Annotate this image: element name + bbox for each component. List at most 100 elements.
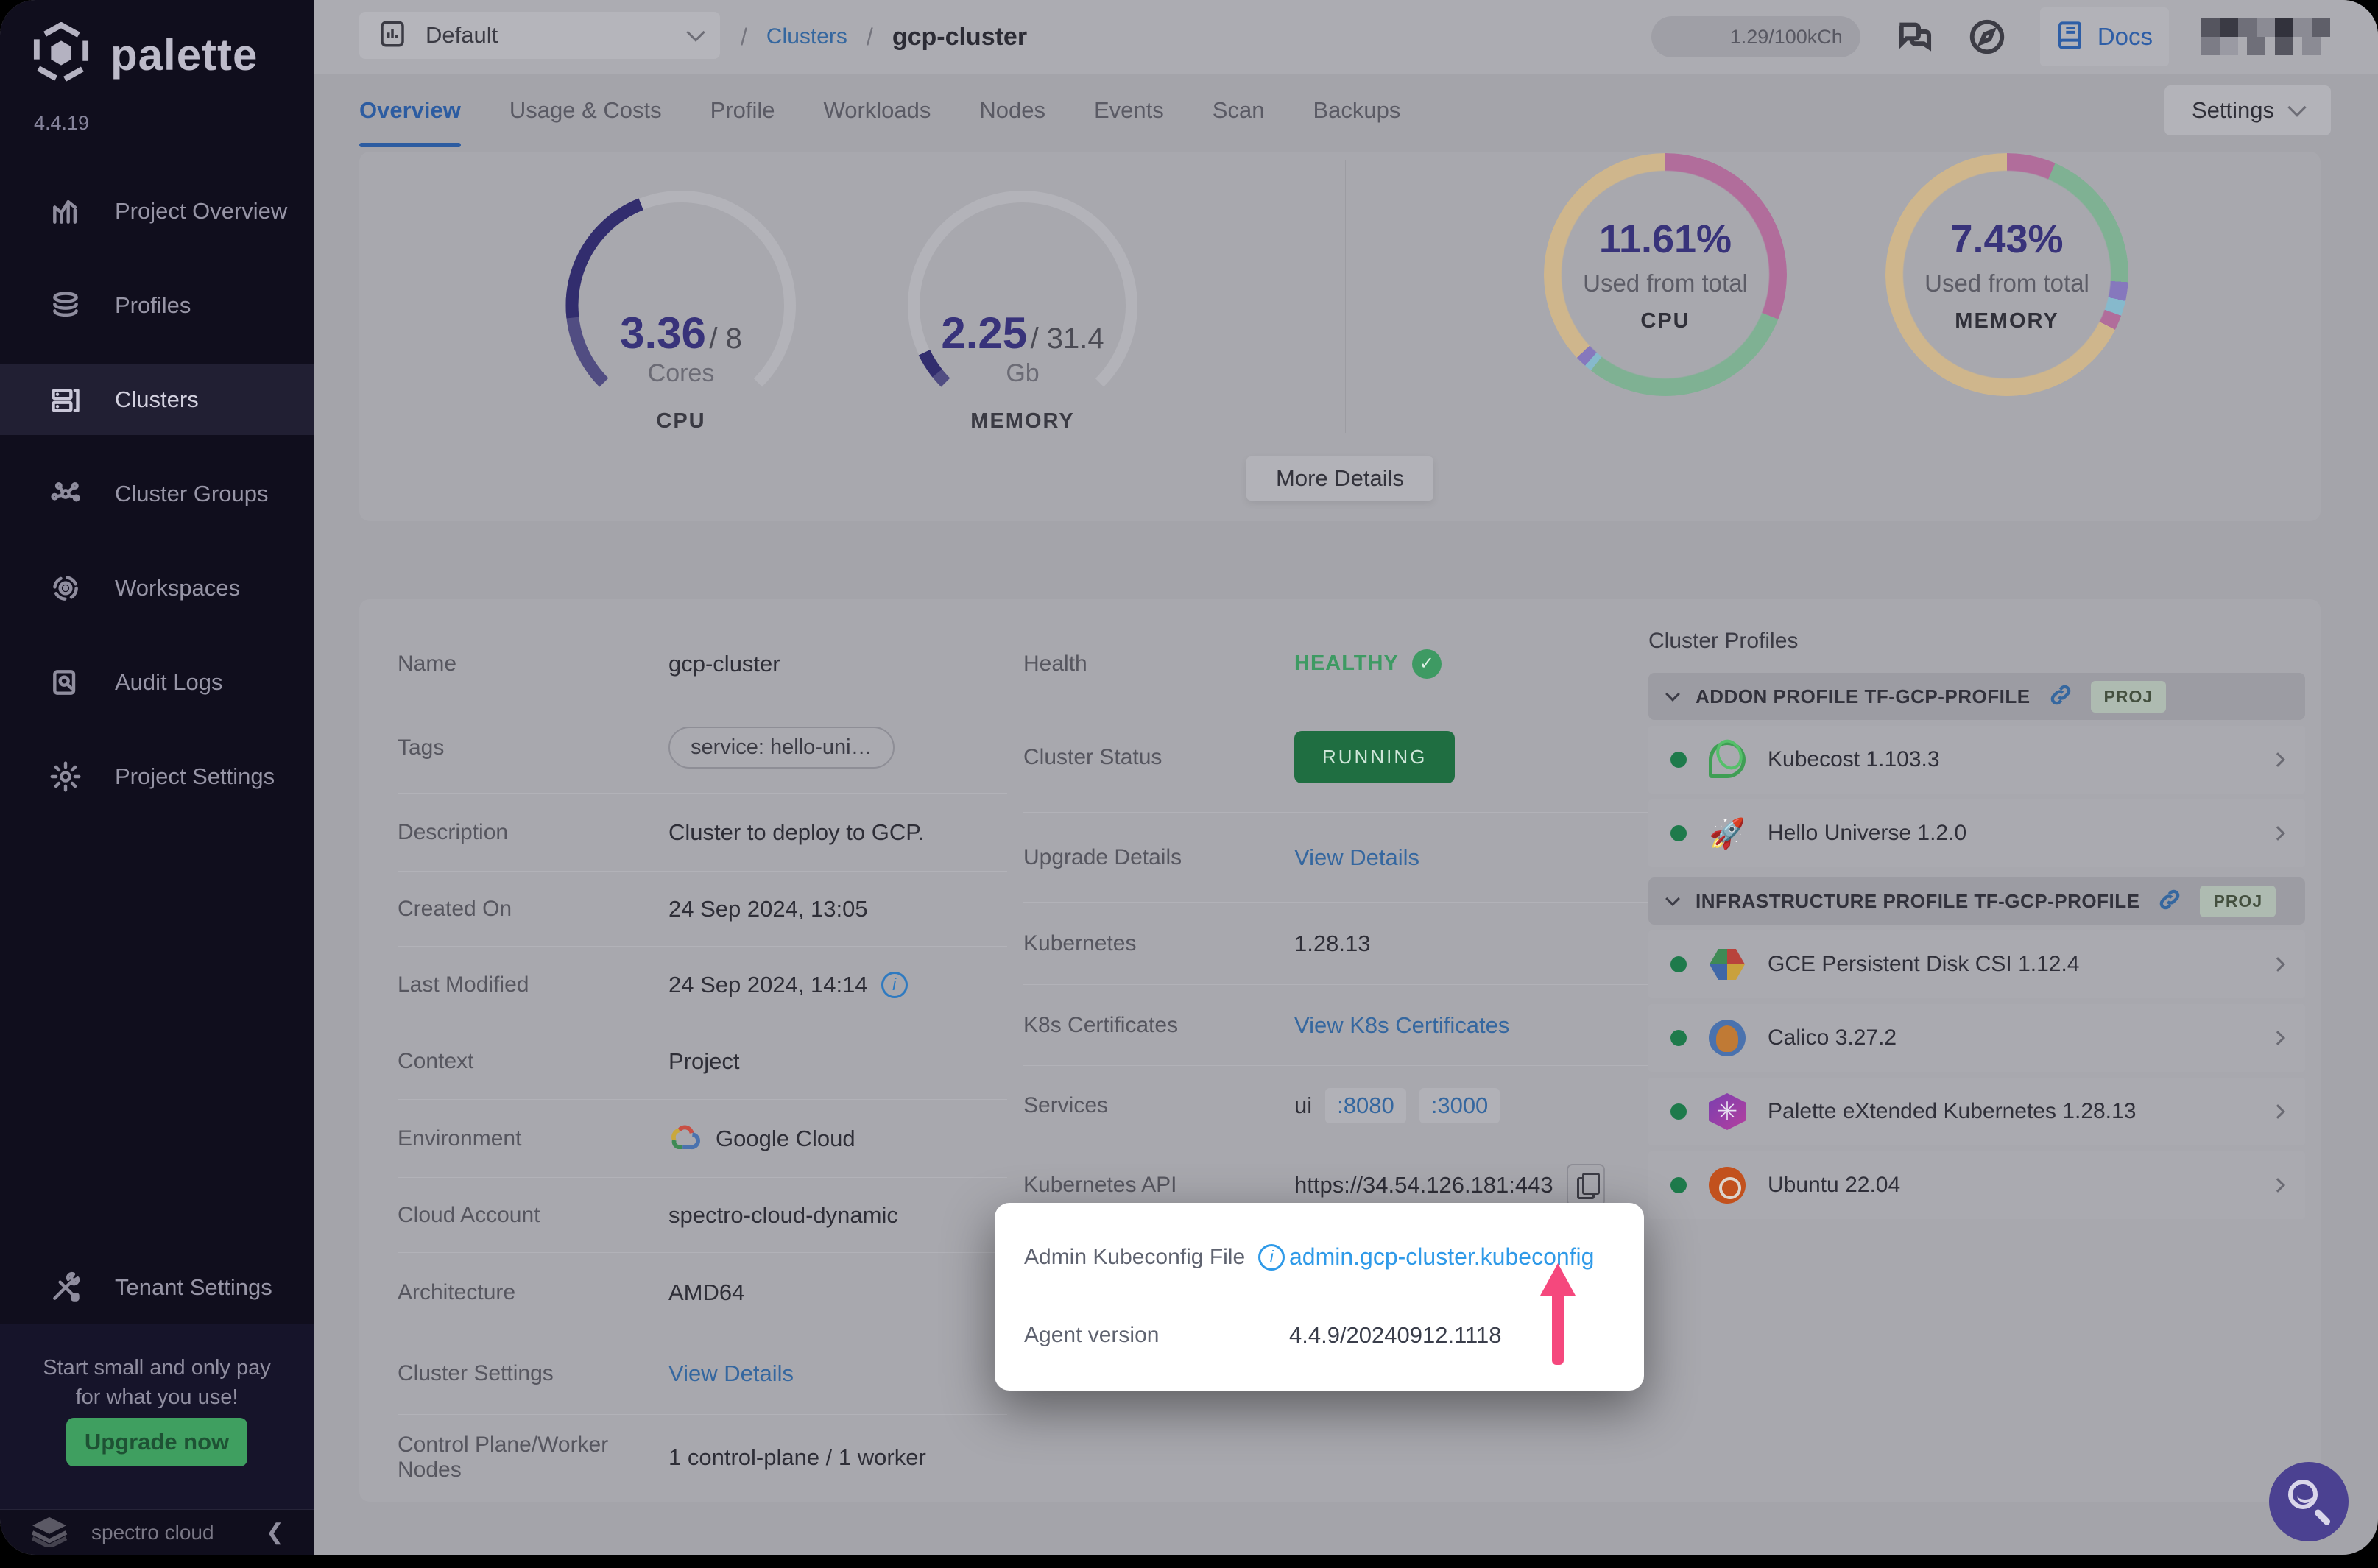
docs-button[interactable]: Docs xyxy=(2040,7,2169,66)
tab-scan[interactable]: Scan xyxy=(1213,74,1265,147)
detail-row-name: Name gcp-cluster xyxy=(398,626,1007,702)
chevron-right-icon xyxy=(2271,1104,2285,1119)
sidebar-item-project-settings[interactable]: Project Settings xyxy=(0,741,314,812)
info-icon[interactable] xyxy=(881,972,908,998)
tabs: Overview Usage & Costs Profile Workloads… xyxy=(359,74,1400,147)
cpu-usage-subtitle: Used from total xyxy=(1544,269,1787,297)
tab-nodes[interactable]: Nodes xyxy=(979,74,1045,147)
docs-label: Docs xyxy=(2097,23,2153,51)
status-dot xyxy=(1670,1177,1687,1193)
sidebar-collapse-icon[interactable]: ❮ xyxy=(266,1519,284,1545)
chevron-right-icon xyxy=(2271,826,2285,841)
tab-overview[interactable]: Overview xyxy=(359,74,461,147)
service-port-8080-link[interactable]: :8080 xyxy=(1325,1088,1406,1123)
sidebar-item-tenant-settings[interactable]: Tenant Settings xyxy=(0,1251,314,1323)
tab-profile[interactable]: Profile xyxy=(710,74,775,147)
tag-pill[interactable]: service: hello-uni… xyxy=(668,727,895,769)
compass-icon[interactable] xyxy=(1966,16,2008,57)
status-dot xyxy=(1670,956,1687,972)
topbar-actions: 1.29/100kCh Docs xyxy=(1651,0,2341,74)
cluster-profiles-title: Cluster Profiles xyxy=(1648,629,2305,654)
sidebar-item-cluster-groups[interactable]: Cluster Groups xyxy=(0,458,314,529)
breadcrumb-clusters-link[interactable]: Clusters xyxy=(766,24,847,49)
cluster-settings-view-details-link[interactable]: View Details xyxy=(668,1360,794,1387)
status-dot xyxy=(1670,1030,1687,1046)
health-status: HEALTHY xyxy=(1294,651,1399,676)
popup-row-admin-kubeconfig: Admin Kubeconfig File admin.gcp-cluster.… xyxy=(1024,1218,1615,1296)
sidebar-item-project-overview[interactable]: Project Overview xyxy=(0,175,314,247)
tools-icon xyxy=(47,1269,84,1306)
link-icon[interactable] xyxy=(2157,887,2182,916)
pack-item-pxk[interactable]: Palette eXtended Kubernetes 1.28.13 xyxy=(1648,1078,2305,1145)
tab-usage-costs[interactable]: Usage & Costs xyxy=(509,74,662,147)
redacted-user-info[interactable] xyxy=(2201,18,2341,55)
tab-backups[interactable]: Backups xyxy=(1313,74,1400,147)
sidebar-item-workspaces[interactable]: Workspaces xyxy=(0,552,314,624)
pack-item-hello-universe[interactable]: 🚀 Hello Universe 1.2.0 xyxy=(1648,799,2305,867)
proj-badge: PROJ xyxy=(2091,681,2167,713)
memory-usage-subtitle: Used from total xyxy=(1885,269,2128,297)
tab-events[interactable]: Events xyxy=(1094,74,1164,147)
detail-row-architecture: Architecture AMD64 xyxy=(398,1253,1007,1332)
detail-row-control-plane: Control Plane/Worker Nodes 1 control-pla… xyxy=(398,1415,1007,1500)
detail-row-description: Description Cluster to deploy to GCP. xyxy=(398,794,1007,872)
layers-icon xyxy=(47,287,84,324)
gear-icon xyxy=(47,758,84,795)
service-port-3000-link[interactable]: :3000 xyxy=(1419,1088,1500,1123)
pack-item-calico[interactable]: Calico 3.27.2 xyxy=(1648,1004,2305,1072)
detail-row-services: Services ui :8080 :3000 xyxy=(1023,1066,1649,1145)
link-icon[interactable] xyxy=(2048,682,2073,711)
clusters-icon xyxy=(47,381,84,418)
search-fab-button[interactable] xyxy=(2269,1462,2349,1541)
cluster-profiles-panel: Cluster Profiles ADDON PROFILE TF-GCP-PR… xyxy=(1648,629,2305,1219)
detail-row-tags: Tags service: hello-uni… xyxy=(398,702,1007,794)
pack-item-kubecost[interactable]: Kubecost 1.103.3 xyxy=(1648,726,2305,794)
palette-kubernetes-icon xyxy=(1707,1092,1747,1131)
more-details-button[interactable]: More Details xyxy=(1246,456,1433,501)
tab-bar: Overview Usage & Costs Profile Workloads… xyxy=(314,74,2378,147)
chevron-down-icon xyxy=(2287,98,2306,116)
detail-row-health: Health HEALTHY xyxy=(1023,626,1649,702)
app-window: palette 4.4.19 Project Overview Profiles xyxy=(0,0,2378,1555)
detail-row-cluster-settings: Cluster Settings View Details xyxy=(398,1332,1007,1415)
copy-icon[interactable] xyxy=(1567,1164,1605,1207)
detail-row-k8s-certificates: K8s Certificates View K8s Certificates xyxy=(1023,985,1649,1066)
network-icon xyxy=(47,476,84,512)
chevron-right-icon xyxy=(2271,957,2285,972)
info-icon[interactable] xyxy=(1258,1244,1285,1271)
project-selector[interactable]: Default xyxy=(359,12,720,59)
chat-icon[interactable] xyxy=(1893,16,1934,57)
service-name: ui xyxy=(1294,1092,1312,1119)
topbar: Default / Clusters / gcp-cluster 1.29/10… xyxy=(314,0,2378,74)
brand-name: palette xyxy=(110,29,258,80)
pack-item-ubuntu[interactable]: Ubuntu 22.04 xyxy=(1648,1151,2305,1219)
footer-brand: spectro cloud xyxy=(91,1521,244,1544)
tab-workloads[interactable]: Workloads xyxy=(824,74,931,147)
memory-gauge-caption: MEMORY xyxy=(901,409,1144,434)
memory-gauge: 2.25 / 31.4 Gb MEMORY xyxy=(901,184,1144,427)
project-selector-value: Default xyxy=(426,22,671,49)
detail-row-cloud-account: Cloud Account spectro-cloud-dynamic xyxy=(398,1178,1007,1253)
pointer-arrow xyxy=(1540,1263,1576,1365)
palette-logo-icon xyxy=(32,22,90,88)
detail-row-created-on: Created On 24 Sep 2024, 13:05 xyxy=(398,872,1007,947)
ubuntu-icon xyxy=(1707,1165,1747,1205)
details-left-column: Name gcp-cluster Tags service: hello-uni… xyxy=(398,626,1007,1500)
pack-item-gce-csi[interactable]: GCE Persistent Disk CSI 1.12.4 xyxy=(1648,930,2305,998)
infrastructure-profile-group-header[interactable]: INFRASTRUCTURE PROFILE TF-GCP-PROFILE PR… xyxy=(1648,877,2305,925)
breadcrumb: / Clusters / gcp-cluster xyxy=(741,0,1027,74)
upgrade-now-button[interactable]: Upgrade now xyxy=(66,1418,247,1466)
check-circle-icon xyxy=(1412,649,1442,679)
view-k8s-certificates-link[interactable]: View K8s Certificates xyxy=(1294,1012,1509,1039)
details-right-column: Health HEALTHY Cluster Status RUNNING Up… xyxy=(1023,626,1649,1225)
sidebar-item-audit-logs[interactable]: Audit Logs xyxy=(0,646,314,718)
memory-usage-donut: 7.43% Used from total MEMORY xyxy=(1885,153,2128,396)
settings-button[interactable]: Settings xyxy=(2164,85,2331,135)
addon-profile-group-header[interactable]: ADDON PROFILE TF-GCP-PROFILE PROJ xyxy=(1648,673,2305,720)
sidebar-item-clusters[interactable]: Clusters xyxy=(0,364,314,435)
bar-chart-icon xyxy=(47,193,84,230)
cpu-usage-percent: 11.61% xyxy=(1544,216,1787,262)
sidebar-item-profiles[interactable]: Profiles xyxy=(0,269,314,341)
upgrade-view-details-link[interactable]: View Details xyxy=(1294,844,1419,871)
detail-row-cluster-status: Cluster Status RUNNING xyxy=(1023,702,1649,813)
